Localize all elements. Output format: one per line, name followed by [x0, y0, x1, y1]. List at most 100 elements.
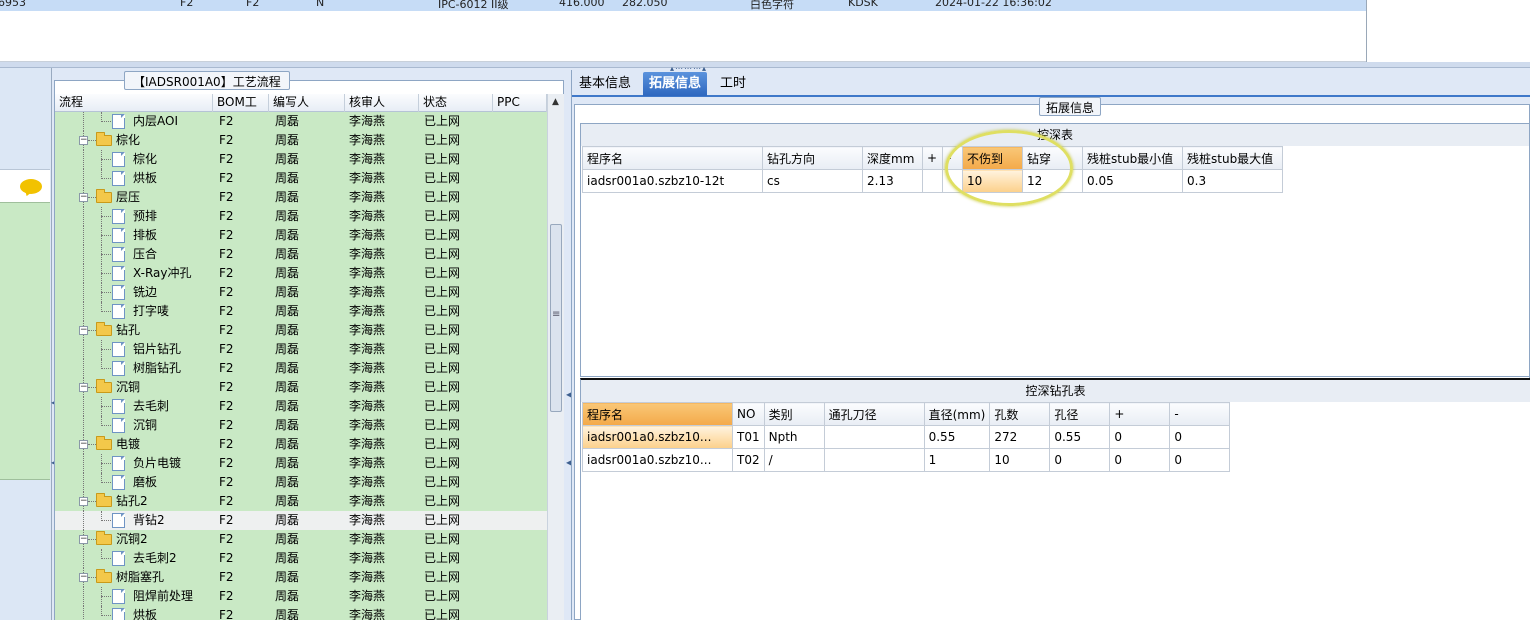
horizontal-splitter[interactable]: [0, 62, 1530, 68]
column-header-minus[interactable]: -: [942, 146, 963, 170]
column-header-no[interactable]: NO: [732, 402, 765, 426]
tree-row[interactable]: 阻焊前处理 F2 周磊 李海燕 已上网: [55, 587, 547, 606]
column-header-depth[interactable]: 深度mm: [862, 146, 923, 170]
column-header-writer[interactable]: 编写人: [269, 94, 345, 112]
table-cell[interactable]: iadsr001a0.szbz10...: [582, 448, 733, 472]
column-header-plus[interactable]: +: [1109, 402, 1171, 426]
column-header-minus[interactable]: -: [1169, 402, 1231, 426]
collapse-toggle-icon[interactable]: −: [79, 573, 88, 582]
collapse-toggle-icon[interactable]: −: [79, 136, 88, 145]
column-header-plus[interactable]: +: [922, 146, 943, 170]
tab-extended-info[interactable]: 拓展信息: [643, 72, 708, 96]
column-header-ppc[interactable]: PPC: [493, 94, 547, 112]
tree-row[interactable]: 预排 F2 周磊 李海燕 已上网: [55, 207, 547, 226]
column-header-flow[interactable]: 流程: [55, 94, 213, 112]
table-cell[interactable]: 10: [989, 448, 1051, 472]
scrollbar-thumb[interactable]: [550, 224, 562, 412]
tree-row[interactable]: 烘板 F2 周磊 李海燕 已上网: [55, 169, 547, 188]
tree-row[interactable]: 去毛刺2 F2 周磊 李海燕 已上网: [55, 549, 547, 568]
table-cell[interactable]: cs: [762, 169, 863, 193]
tree-row[interactable]: − 钻孔 F2 周磊 李海燕 已上网: [55, 321, 547, 340]
column-header-status[interactable]: 状态: [419, 94, 493, 112]
tree-row[interactable]: − 沉铜 F2 周磊 李海燕 已上网: [55, 378, 547, 397]
table-cell[interactable]: T01: [732, 425, 765, 449]
column-header-program[interactable]: 程序名: [582, 146, 763, 170]
table-row[interactable]: iadsr001a0.szbz10... T02 / 1 10 0 0 0: [582, 448, 1231, 472]
tree-row[interactable]: 烘板 F2 周磊 李海燕 已上网: [55, 606, 547, 620]
collapse-toggle-icon[interactable]: −: [79, 193, 88, 202]
tree-row[interactable]: 内层AOI F2 周磊 李海燕 已上网: [55, 112, 547, 131]
tab-basic-info[interactable]: 基本信息: [573, 72, 637, 96]
tree-row[interactable]: 负片电镀 F2 周磊 李海燕 已上网: [55, 454, 547, 473]
table-cell[interactable]: [823, 448, 925, 472]
collapse-toggle-icon[interactable]: −: [79, 383, 88, 392]
tree-row[interactable]: 打字唛 F2 周磊 李海燕 已上网: [55, 302, 547, 321]
tree-row[interactable]: 铝片钻孔 F2 周磊 李海燕 已上网: [55, 340, 547, 359]
table-cell[interactable]: 12: [1022, 169, 1083, 193]
column-header-hole-size[interactable]: 孔径: [1049, 402, 1111, 426]
column-header-stub-min[interactable]: 残桩stub最小值: [1082, 146, 1183, 170]
table-cell[interactable]: T02: [732, 448, 765, 472]
collapse-toggle-icon[interactable]: −: [79, 535, 88, 544]
table-cell[interactable]: [823, 425, 925, 449]
tree-row[interactable]: − 钻孔2 F2 周磊 李海燕 已上网: [55, 492, 547, 511]
tree-row[interactable]: − 棕化 F2 周磊 李海燕 已上网: [55, 131, 547, 150]
tree-row[interactable]: − 树脂塞孔 F2 周磊 李海燕 已上网: [55, 568, 547, 587]
table-cell[interactable]: [942, 169, 963, 193]
tree-row[interactable]: 压合 F2 周磊 李海燕 已上网: [55, 245, 547, 264]
table-row[interactable]: iadsr001a0.szbz10-12t cs 2.13 10 12 0.05…: [582, 169, 1283, 193]
table-cell[interactable]: 0.3: [1182, 169, 1283, 193]
column-header-category[interactable]: 类别: [763, 402, 825, 426]
column-header-drill-through[interactable]: 钻穿: [1022, 146, 1083, 170]
scroll-up-arrow-icon[interactable]: ▲: [552, 97, 559, 107]
table-cell[interactable]: /: [763, 448, 825, 472]
tree-node-label: 去毛刺: [133, 399, 170, 413]
tree-row[interactable]: 树脂钻孔 F2 周磊 李海燕 已上网: [55, 359, 547, 378]
collapse-toggle-icon[interactable]: −: [79, 497, 88, 506]
tree-row[interactable]: − 沉铜2 F2 周磊 李海燕 已上网: [55, 530, 547, 549]
table-cell[interactable]: 0: [1109, 425, 1171, 449]
tree-row[interactable]: 去毛刺 F2 周磊 李海燕 已上网: [55, 397, 547, 416]
tree-row[interactable]: 背钻2 F2 周磊 李海燕 已上网: [55, 511, 547, 530]
table-cell[interactable]: Npth: [763, 425, 825, 449]
table-cell[interactable]: 0.05: [1082, 169, 1183, 193]
column-header-bom-factory[interactable]: BOM工厂: [213, 94, 269, 126]
table-row[interactable]: iadsr001a0.szbz10... T01 Npth 0.55 272 0…: [582, 425, 1231, 449]
column-header-reviewer[interactable]: 核审人: [345, 94, 419, 112]
table-cell[interactable]: 0.55: [923, 425, 991, 449]
table-cell[interactable]: 0: [1109, 448, 1171, 472]
tree-row[interactable]: − 电镀 F2 周磊 李海燕 已上网: [55, 435, 547, 454]
column-header-hole-count[interactable]: 孔数: [989, 402, 1051, 426]
column-header-diameter[interactable]: 直径(mm): [923, 402, 991, 426]
top-grid-selected-row[interactable]: 6953 F2 F2 N IPC-6012 II级 416.000 282.05…: [0, 0, 1366, 11]
column-header-drill-direction[interactable]: 钻孔方向: [762, 146, 863, 170]
tree-row[interactable]: 棕化 F2 周磊 李海燕 已上网: [55, 150, 547, 169]
table-cell[interactable]: [922, 169, 943, 193]
table-cell[interactable]: iadsr001a0.szbz10...: [582, 425, 733, 449]
table-cell[interactable]: 0: [1169, 448, 1231, 472]
tree-scrollbar[interactable]: ▲: [547, 94, 564, 620]
column-header-through-tool-dia[interactable]: 通孔刀径: [823, 402, 925, 426]
column-header-stub-max[interactable]: 残桩stub最大值: [1182, 146, 1283, 170]
tree-row[interactable]: − 层压 F2 周磊 李海燕 已上网: [55, 188, 547, 207]
column-header-no-damage[interactable]: 不伤到: [962, 146, 1023, 170]
collapse-toggle-icon[interactable]: −: [79, 440, 88, 449]
table-cell[interactable]: 1: [923, 448, 991, 472]
table-cell[interactable]: iadsr001a0.szbz10-12t: [582, 169, 763, 193]
speech-bubble-icon[interactable]: [20, 179, 42, 194]
table-cell[interactable]: 0: [1169, 425, 1231, 449]
table-cell[interactable]: 10: [962, 169, 1023, 193]
table-cell[interactable]: 2.13: [862, 169, 923, 193]
table-cell[interactable]: 0.55: [1049, 425, 1111, 449]
table-cell[interactable]: 272: [989, 425, 1051, 449]
tree-row[interactable]: 磨板 F2 周磊 李海燕 已上网: [55, 473, 547, 492]
table-cell[interactable]: 0: [1049, 448, 1111, 472]
tree-row[interactable]: X-Ray冲孔 F2 周磊 李海燕 已上网: [55, 264, 547, 283]
column-header-program[interactable]: 程序名: [582, 402, 733, 426]
tab-work-hours[interactable]: 工时: [714, 72, 752, 96]
tree-row[interactable]: 铣边 F2 周磊 李海燕 已上网: [55, 283, 547, 302]
collapse-toggle-icon[interactable]: −: [79, 326, 88, 335]
cell-writer: 周磊: [275, 152, 300, 166]
tree-row[interactable]: 沉铜 F2 周磊 李海燕 已上网: [55, 416, 547, 435]
tree-row[interactable]: 排板 F2 周磊 李海燕 已上网: [55, 226, 547, 245]
